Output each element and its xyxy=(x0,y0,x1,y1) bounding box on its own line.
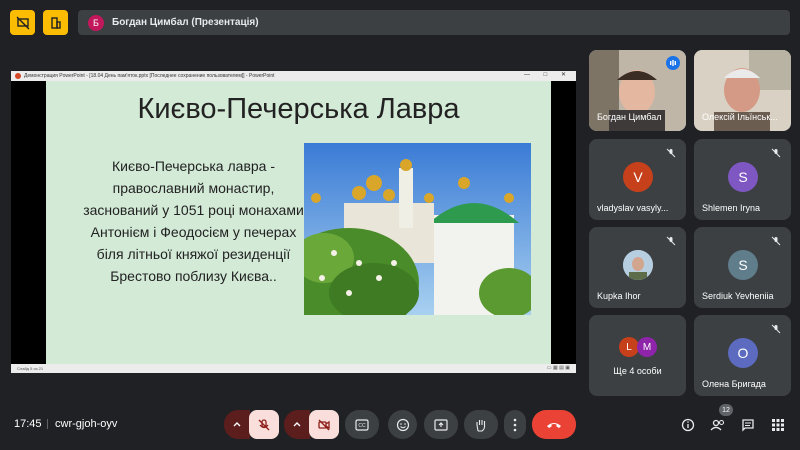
raise-hand-button[interactable] xyxy=(464,410,498,439)
camera-off-icon xyxy=(318,419,330,430)
info-icon xyxy=(681,418,695,431)
avatar: M xyxy=(637,337,657,357)
participant-tile[interactable]: O Олена Бригада xyxy=(694,315,791,396)
activities-button[interactable] xyxy=(768,410,788,439)
svg-text:CC: CC xyxy=(358,423,366,429)
emoji-icon xyxy=(396,418,409,431)
window-controls: — □ ✕ xyxy=(524,72,572,78)
ppt-window-titlebar: Демонстрация PowerPoint - [18.04 День па… xyxy=(11,71,576,81)
participant-tile[interactable]: V vladyslav vasyly... xyxy=(589,139,686,220)
avatar: S xyxy=(728,162,758,192)
avatar: L xyxy=(619,337,639,357)
captions-button[interactable]: CC xyxy=(345,410,379,439)
clock: 17:45 xyxy=(14,418,42,430)
ppt-window-title: Демонстрация PowerPoint - [18.04 День па… xyxy=(24,73,275,79)
meeting-code: cwr-gjoh-oyv xyxy=(55,418,118,430)
people-button[interactable] xyxy=(708,410,728,439)
building-button[interactable] xyxy=(43,10,68,35)
more-participants-tile[interactable]: L M Ще 4 особи xyxy=(589,315,686,396)
more-vert-icon xyxy=(513,418,517,431)
divider xyxy=(47,419,48,429)
slide: Києво-Печерська Лавра Києво-Печерська ла… xyxy=(46,81,551,364)
camera-toggle-button[interactable] xyxy=(309,410,339,439)
speaking-indicator-icon xyxy=(666,56,680,70)
mic-off-icon xyxy=(258,418,270,430)
more-options-button[interactable] xyxy=(504,410,526,439)
chat-icon xyxy=(742,418,754,432)
mic-off-icon xyxy=(771,145,781,163)
participant-name: Shlemen Iryna xyxy=(702,203,761,213)
hangup-icon xyxy=(547,422,561,428)
ppt-statusbar: Слайд 5 из 21 ▭ ▦ ▤ ▣ xyxy=(11,364,576,373)
slide-counter: Слайд 5 из 21 xyxy=(17,366,44,371)
mic-options-button[interactable] xyxy=(224,410,250,439)
mic-toggle-button[interactable] xyxy=(249,410,279,439)
participant-tile[interactable]: S Serdiuk Yevheniia xyxy=(694,227,791,308)
participant-name: Serdiuk Yevheniia xyxy=(702,291,774,301)
participant-tile[interactable]: Олексій Ільїнськ... xyxy=(694,50,791,131)
emoji-button[interactable] xyxy=(388,410,417,439)
info-button[interactable] xyxy=(678,410,698,439)
presenter-bar: Б Богдан Цимбал (Презентація) xyxy=(78,10,790,35)
participant-name: Богдан Цимбал xyxy=(597,112,662,122)
participant-name: Kupka Ihor xyxy=(597,291,641,301)
powerpoint-logo-icon xyxy=(15,73,21,79)
participant-tile[interactable]: S Shlemen Iryna xyxy=(694,139,791,220)
raise-hand-icon xyxy=(476,419,486,432)
activities-icon xyxy=(772,418,784,431)
people-icon xyxy=(710,419,725,430)
avatar-photo xyxy=(623,250,653,280)
lavra-photo xyxy=(304,143,531,315)
captions-icon: CC xyxy=(355,418,369,431)
avatar: O xyxy=(728,338,758,368)
present-button[interactable] xyxy=(424,410,458,439)
avatar: V xyxy=(623,162,653,192)
building-icon xyxy=(50,16,61,29)
camera-options-button[interactable] xyxy=(284,410,310,439)
mic-off-icon xyxy=(771,321,781,339)
chat-button[interactable] xyxy=(738,410,758,439)
presentation-stage: Демонстрация PowerPoint - [18.04 День па… xyxy=(11,71,576,373)
presenter-avatar: Б xyxy=(88,14,104,31)
screen-off-icon xyxy=(16,16,29,29)
mic-off-icon xyxy=(666,233,676,251)
leave-call-button[interactable] xyxy=(532,410,576,439)
chevron-up-icon xyxy=(233,421,241,426)
slide-title: Києво-Печерська Лавра xyxy=(137,93,460,125)
avatar: S xyxy=(728,250,758,280)
present-icon xyxy=(434,418,448,431)
more-participants-label: Ще 4 особи xyxy=(613,366,662,376)
chevron-up-icon xyxy=(293,421,301,426)
ppt-view-controls[interactable]: ▭ ▦ ▤ ▣ xyxy=(547,365,570,371)
mic-off-icon xyxy=(771,233,781,251)
presenter-title: Богдан Цимбал (Презентація) xyxy=(112,17,259,28)
participant-name: vladyslav vasyly... xyxy=(597,203,669,213)
slide-body: Києво-Печерська лавра - православний мон… xyxy=(83,158,304,284)
present-off-button[interactable] xyxy=(10,10,35,35)
mic-off-icon xyxy=(666,145,676,163)
participant-name: Олена Бригада xyxy=(702,379,766,389)
participant-name: Олексій Ільїнськ... xyxy=(702,112,778,122)
participant-tile[interactable]: Kupka Ihor xyxy=(589,227,686,308)
participant-tile[interactable]: Богдан Цимбал xyxy=(589,50,686,131)
